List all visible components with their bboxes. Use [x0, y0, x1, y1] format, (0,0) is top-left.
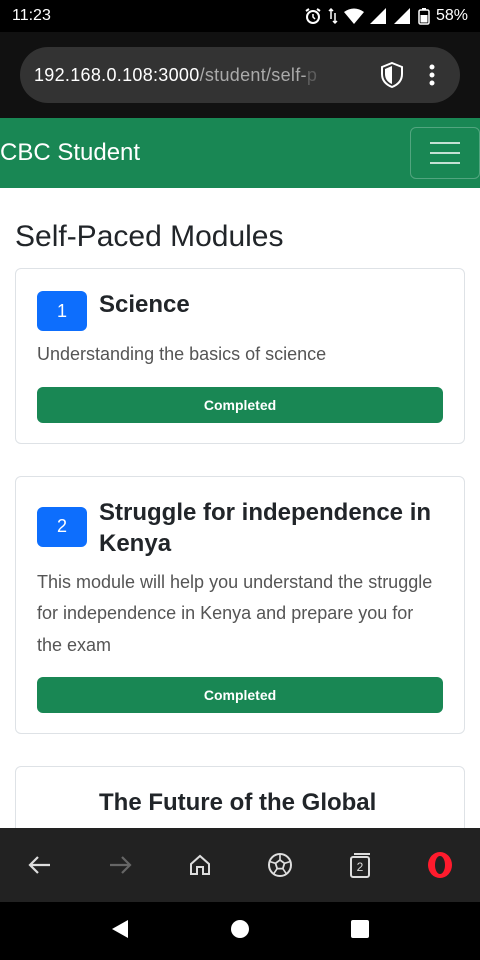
back-arrow-icon[interactable] — [20, 845, 60, 885]
battery-icon — [418, 8, 430, 25]
navbar-brand[interactable]: CBC Student — [0, 139, 410, 167]
module-card-header: 2 Struggle for independence in Kenya — [37, 497, 443, 559]
soccer-ball-icon[interactable] — [260, 845, 300, 885]
home-icon[interactable] — [180, 845, 220, 885]
url-path: /student/self- — [199, 64, 307, 85]
module-number-badge — [37, 789, 87, 828]
navbar-toggle-button[interactable] — [410, 127, 480, 179]
url-text[interactable]: 192.168.0.108:3000/student/self-p — [34, 65, 370, 86]
status-time: 11:23 — [12, 7, 51, 24]
module-status-button[interactable]: Completed — [37, 386, 443, 423]
status-bar: 11:23 58% — [0, 0, 480, 32]
module-card[interactable]: 1 Science Understanding the basics of sc… — [15, 268, 465, 444]
system-navigation — [0, 902, 480, 960]
more-vertical-icon[interactable] — [418, 61, 446, 89]
opera-logo-icon[interactable] — [420, 845, 460, 885]
hamburger-icon — [430, 142, 460, 144]
url-path-fade: p — [306, 64, 318, 85]
module-card-header: 1 Science — [37, 289, 443, 331]
url-host: 192.168.0.108:3000 — [34, 64, 200, 85]
system-recents-icon[interactable] — [350, 919, 370, 944]
module-card[interactable]: 2 Struggle for independence in Kenya Thi… — [15, 475, 465, 735]
module-card-header: The Future of the Global — [37, 787, 443, 828]
tabs-count: 2 — [356, 860, 364, 874]
module-number-badge: 1 — [37, 291, 87, 331]
browser-bottom-bar: 2 — [0, 828, 480, 902]
signal-icon-2 — [393, 8, 410, 24]
system-back-icon[interactable] — [110, 919, 130, 944]
module-card[interactable]: The Future of the Global — [15, 766, 465, 828]
forward-arrow-icon[interactable] — [100, 845, 140, 885]
page-title: Self-Paced Modules — [15, 220, 284, 253]
browser-toolbar: 192.168.0.108:3000/student/self-p — [0, 32, 480, 118]
address-bar[interactable]: 192.168.0.108:3000/student/self-p — [20, 47, 460, 103]
tabs-icon[interactable]: 2 — [340, 845, 380, 885]
module-status-button[interactable]: Completed — [37, 677, 443, 714]
module-number-badge: 2 — [37, 506, 87, 547]
system-home-icon[interactable] — [230, 919, 250, 944]
module-description: Understanding the basics of science — [37, 344, 327, 364]
battery-percent: 58% — [435, 7, 468, 24]
shield-icon[interactable] — [378, 61, 406, 89]
signal-icon — [369, 8, 386, 24]
data-arrows-icon — [328, 7, 338, 25]
alarm-icon — [305, 8, 321, 24]
app-navbar: CBC Student — [0, 118, 480, 188]
main-content: Self-Paced Modules 1 Science Understandi… — [0, 188, 480, 828]
module-title: The Future of the Global — [99, 789, 377, 817]
module-title: Struggle for independence in Kenya — [99, 498, 432, 557]
module-description: This module will help you understand the… — [37, 571, 433, 655]
module-title: Science — [99, 291, 190, 318]
status-icons: 58% — [304, 7, 468, 25]
wifi-icon — [343, 8, 364, 24]
